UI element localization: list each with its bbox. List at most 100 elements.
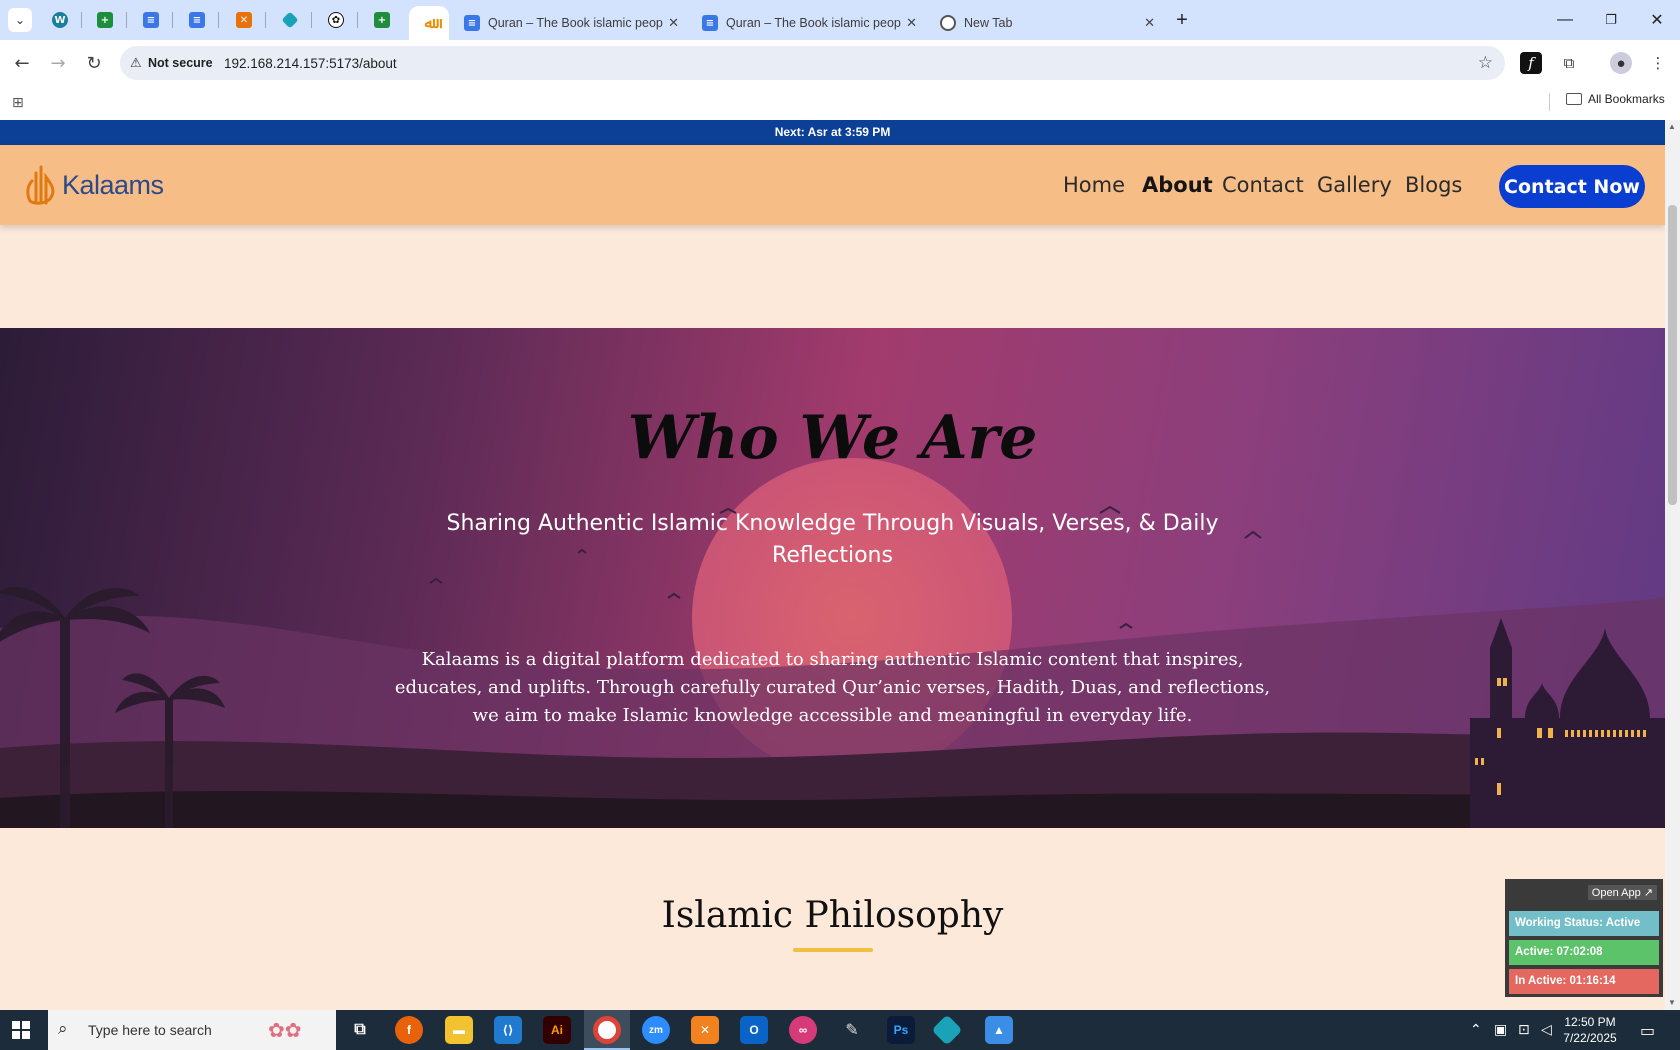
diamond-app-icon[interactable]: [931, 1014, 963, 1046]
site-logo[interactable]: Kalaams: [24, 163, 164, 207]
pinned-tab-1[interactable]: W: [48, 8, 72, 32]
bookmark-star-icon[interactable]: ☆: [1478, 53, 1493, 73]
tab-separator: [265, 12, 266, 28]
page-scrollbar[interactable]: ▲ ▼: [1665, 120, 1680, 1010]
clock-date: 7/22/2025: [1563, 1031, 1617, 1045]
extension-f-icon[interactable]: f: [1520, 52, 1542, 74]
bookmarks-bar: ⊞ All Bookmarks: [0, 86, 1680, 120]
working-status: Working Status: Active: [1509, 911, 1659, 936]
extensions-puzzle-icon[interactable]: ⧉: [1558, 52, 1580, 74]
bookmarks-separator: [1549, 93, 1550, 111]
hero-description: Kalaams is a digital platform dedicated …: [394, 649, 1271, 726]
firefox-icon[interactable]: f: [395, 1016, 423, 1044]
tab-quran-2[interactable]: ≡ Quran – The Book islamic peop ✕: [690, 6, 925, 40]
kalaams-logo-icon: [26, 165, 55, 205]
clock-time: 12:50 PM: [1564, 1015, 1616, 1029]
web-page: Next: Asr at 3:59 PM Kalaams Home About …: [0, 120, 1665, 1010]
close-window-button[interactable]: ✕: [1642, 8, 1672, 32]
taskbar-search-box[interactable]: ⌕ Type here to search ✿✿: [48, 1010, 336, 1050]
sheets-icon: +: [374, 12, 390, 28]
tab-quran-1[interactable]: ≡ Quran – The Book islamic peop ✕: [452, 6, 687, 40]
close-icon[interactable]: ✕: [668, 15, 679, 31]
contact-now-button[interactable]: Contact Now: [1499, 165, 1645, 208]
xampp-icon[interactable]: ✕: [691, 1016, 719, 1044]
chrome-icon[interactable]: [593, 1016, 621, 1044]
pinned-tab-4[interactable]: ≡: [185, 8, 209, 32]
back-button[interactable]: ←: [10, 51, 34, 75]
prayer-time-bar: Next: Asr at 3:59 PM: [0, 120, 1665, 145]
prayer-name: Asr: [807, 125, 828, 139]
nav-blogs[interactable]: Blogs: [1405, 173, 1462, 197]
network-icon[interactable]: ⊡: [1518, 1021, 1530, 1038]
pen-tool-icon[interactable]: ✎: [838, 1016, 866, 1044]
all-bookmarks-label: All Bookmarks: [1588, 92, 1665, 106]
tab-separator: [218, 12, 219, 28]
photoshop-icon[interactable]: Ps: [887, 1016, 915, 1044]
tab-search-button[interactable]: ⌄: [8, 8, 32, 32]
nav-gallery[interactable]: Gallery: [1317, 173, 1392, 197]
volume-icon[interactable]: ◁: [1541, 1021, 1552, 1038]
sheets-icon: +: [97, 12, 113, 28]
network-alert-icon[interactable]: ▣: [1494, 1021, 1507, 1038]
pinned-tab-5[interactable]: ✕: [232, 8, 256, 32]
task-view-icon[interactable]: ⧉: [346, 1016, 374, 1044]
pinned-tab-3[interactable]: ≡: [139, 8, 163, 32]
tab-separator: [311, 12, 312, 28]
windows-start-icon[interactable]: [12, 1021, 30, 1039]
illustrator-icon[interactable]: Ai: [543, 1016, 571, 1044]
nav-contact[interactable]: Contact: [1222, 173, 1304, 197]
pinned-tab-2[interactable]: +: [93, 8, 117, 32]
close-icon[interactable]: ✕: [1144, 15, 1155, 31]
notification-icon[interactable]: ▭: [1640, 1021, 1655, 1041]
system-clock[interactable]: 12:50 PM 7/22/2025: [1555, 1014, 1625, 1046]
browser-tab-strip: ⌄ W + ≡ ≡ ✕ ✿ + ﷲ ≡ Quran – The Book isl…: [0, 0, 1680, 40]
pinned-tab-6[interactable]: [278, 8, 302, 32]
search-icon: ⌕: [58, 1019, 68, 1038]
creative-cloud-icon[interactable]: ∞: [789, 1016, 817, 1044]
pinned-tab-8[interactable]: +: [370, 8, 394, 32]
vscode-icon[interactable]: ⟨⟩: [494, 1016, 522, 1044]
tab-separator: [81, 12, 82, 28]
prayer-time: at 3:59 PM: [830, 125, 891, 139]
scroll-down-arrow-icon[interactable]: ▼: [1668, 998, 1676, 1007]
nav-about[interactable]: About: [1142, 173, 1213, 197]
pinned-tab-active[interactable]: ﷲ: [409, 6, 449, 40]
forward-button[interactable]: →: [46, 51, 70, 75]
hero-subtitle: Sharing Authentic Islamic Knowledge Thro…: [446, 511, 1219, 568]
address-bar[interactable]: ⚠ Not secure 192.168.214.157:5173/about …: [120, 46, 1505, 80]
url-text[interactable]: 192.168.214.157:5173/about: [224, 56, 397, 71]
open-app-button[interactable]: Open App ↗: [1587, 885, 1657, 900]
openai-icon: ✿: [328, 12, 344, 28]
xampp-icon: ✕: [236, 12, 252, 28]
security-label[interactable]: Not secure: [148, 56, 213, 70]
time-tracker-widget: Open App ↗ Working Status: Active Active…: [1505, 879, 1663, 997]
all-bookmarks-button[interactable]: All Bookmarks: [1566, 92, 1665, 106]
chrome-icon: [940, 15, 956, 31]
scrollbar-thumb[interactable]: [1668, 205, 1677, 505]
hero-section: Who We Are Sharing Authentic Islamic Kno…: [0, 328, 1665, 828]
scroll-up-arrow-icon[interactable]: ▲: [1668, 122, 1676, 131]
prayer-prefix: Next:: [774, 125, 805, 139]
pinned-tab-7[interactable]: ✿: [324, 8, 348, 32]
reload-button[interactable]: ↻: [82, 51, 106, 75]
close-icon[interactable]: ✕: [906, 15, 917, 31]
profile-avatar[interactable]: ●: [1610, 52, 1632, 74]
file-explorer-icon[interactable]: ▬: [445, 1016, 473, 1044]
apps-grid-icon[interactable]: ⊞: [12, 94, 24, 111]
nav-home[interactable]: Home: [1063, 173, 1125, 197]
warning-icon[interactable]: ⚠: [130, 55, 142, 71]
paint-icon[interactable]: ▲: [985, 1016, 1013, 1044]
tray-overflow-icon[interactable]: ⌃: [1470, 1021, 1482, 1038]
search-highlight-icon: ✿✿: [268, 1020, 302, 1042]
kalaams-logo-icon: ﷲ: [424, 14, 434, 32]
new-tab-button[interactable]: +: [1167, 8, 1197, 32]
restore-button[interactable]: ❐: [1596, 8, 1626, 32]
zoom-icon[interactable]: zm: [642, 1016, 670, 1044]
menu-kebab-icon[interactable]: ⋮: [1647, 52, 1669, 74]
diamond-icon: [281, 11, 299, 29]
minimize-button[interactable]: —: [1550, 8, 1580, 32]
outlook-icon[interactable]: O: [740, 1016, 768, 1044]
folder-icon: [1566, 93, 1582, 105]
tab-new-tab[interactable]: New Tab ✕: [928, 6, 1163, 40]
section-title: Islamic Philosophy: [661, 895, 1004, 936]
